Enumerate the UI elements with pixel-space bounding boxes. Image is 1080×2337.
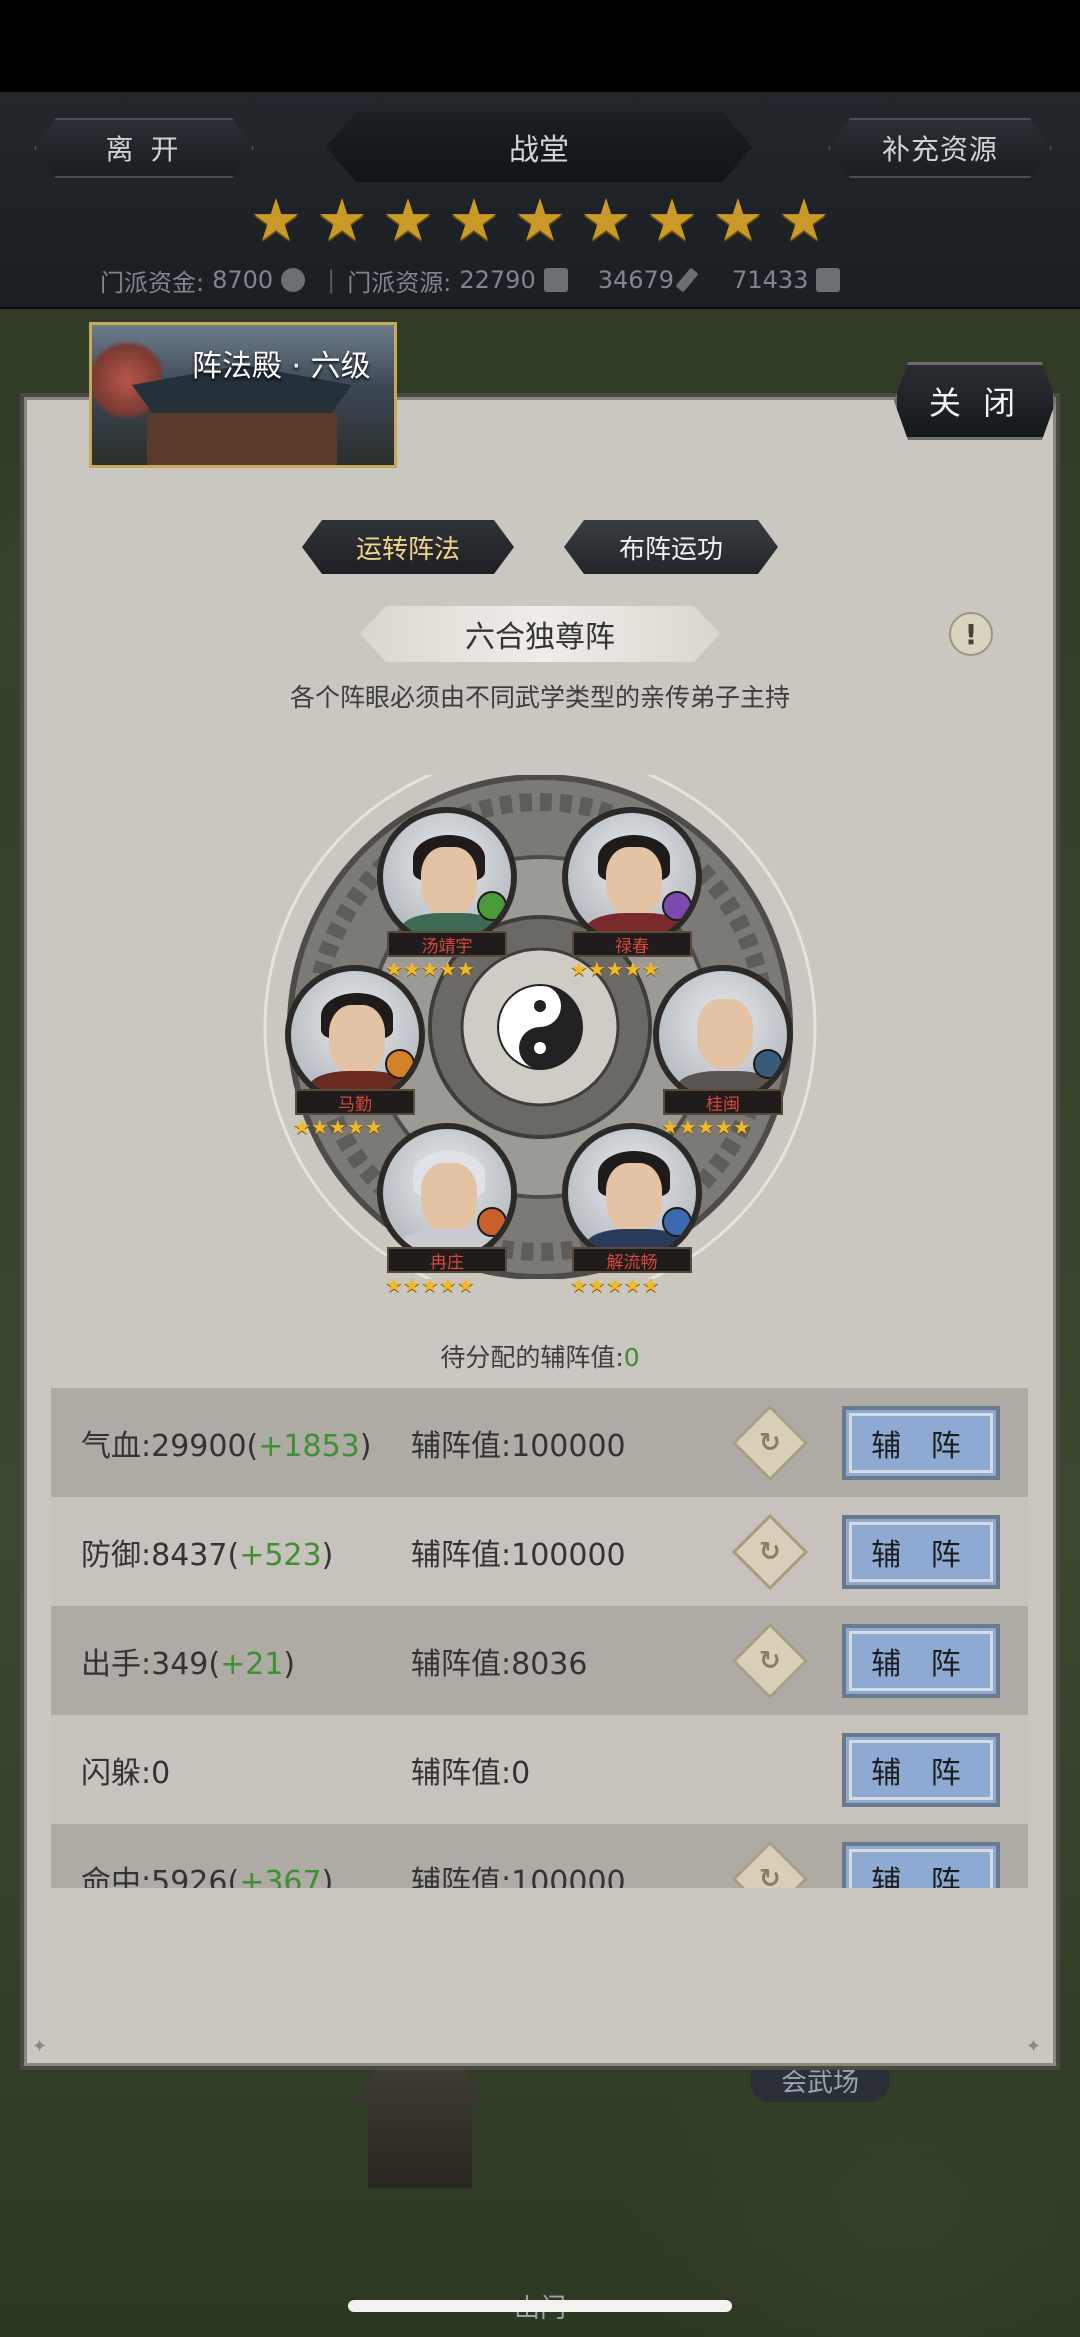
disciple-name: 禄春 <box>572 931 692 957</box>
exclamation-icon[interactable]: ! <box>949 612 993 656</box>
martial-type-icon <box>477 1207 507 1237</box>
refresh-icon[interactable]: ↻ <box>731 1622 809 1699</box>
refresh-icon[interactable]: ↻ <box>731 1840 809 1888</box>
resource-value: 22790 <box>459 266 536 294</box>
martial-type-icon <box>753 1049 783 1079</box>
disciple-name: 马勤 <box>295 1089 415 1115</box>
yin-yang-icon <box>497 984 583 1070</box>
star-icon: ★ <box>778 186 830 254</box>
fund-label: 门派资金: <box>100 268 205 297</box>
sword-icon <box>675 267 699 293</box>
disciple-portrait <box>562 807 702 947</box>
building-icon[interactable] <box>355 2068 485 2188</box>
formation-wheel: 汤靖宇 ★★★★★ 禄春 ★★★★★ 马勤 ★★★★★ 桂闽 ★★★★★ 冉庄 … <box>255 775 825 1295</box>
attribute-label: 命中:5926(+367) <box>81 1864 334 1889</box>
attribute-row: 防御:8437(+523) 辅阵值:100000 ↻ 辅 阵 <box>51 1497 1028 1606</box>
status-bar <box>0 0 1080 92</box>
hall-card: 阵法殿 · 六级 <box>89 322 397 468</box>
pending-label: 待分配的辅阵值: <box>440 1343 624 1372</box>
support-value: 辅阵值:100000 <box>411 1537 626 1573</box>
tab-run-formation[interactable]: 运转阵法 <box>302 520 514 574</box>
resource-row: 门派资金: 8700 | 门派资源: 22790 34679 71433 <box>100 262 1000 298</box>
assist-button[interactable]: 辅 阵 <box>842 1623 1000 1698</box>
disciple-slot[interactable]: 桂闽 ★★★★★ <box>653 965 793 1137</box>
attribute-label: 气血:29900(+1853) <box>81 1428 372 1464</box>
wood-icon <box>543 268 568 292</box>
attribute-row: 气血:29900(+1853) 辅阵值:100000 ↻ 辅 阵 <box>51 1388 1028 1497</box>
assist-button[interactable]: 辅 阵 <box>842 1405 1000 1480</box>
hall-body-image <box>147 413 337 465</box>
pending-support: 待分配的辅阵值:0 <box>0 1338 1080 1374</box>
martial-type-icon <box>385 1049 415 1079</box>
assist-button[interactable]: 辅 阵 <box>842 1732 1000 1807</box>
home-indicator[interactable] <box>348 2300 732 2312</box>
refresh-icon[interactable]: ↻ <box>731 1404 809 1481</box>
disciple-portrait <box>653 965 793 1105</box>
disciple-portrait <box>562 1123 702 1263</box>
pending-value: 0 <box>623 1343 640 1372</box>
attribute-label: 防御:8437(+523) <box>81 1537 334 1573</box>
refresh-icon[interactable]: ↻ <box>731 1513 809 1590</box>
martial-type-icon <box>662 1207 692 1237</box>
rule-text: 各个阵眼必须由不同武学类型的亲传弟子主持 <box>289 683 790 712</box>
star-icon: ★ <box>514 186 566 254</box>
disciple-name: 桂闽 <box>663 1089 783 1115</box>
corner-ornament: ✦ <box>1026 2036 1042 2057</box>
support-value: 辅阵值:8036 <box>411 1646 588 1682</box>
disciple-name: 解流畅 <box>572 1247 692 1273</box>
star-icon: ★ <box>448 186 500 254</box>
support-value: 辅阵值:0 <box>411 1755 531 1791</box>
disciple-slot[interactable]: 马勤 ★★★★★ <box>285 965 425 1137</box>
disciple-portrait <box>377 1123 517 1263</box>
martial-type-icon <box>477 891 507 921</box>
coin-icon <box>281 268 306 292</box>
disciple-portrait <box>377 807 517 947</box>
disciple-slot[interactable]: 解流畅 ★★★★★ <box>562 1123 702 1295</box>
star-icon: ★ <box>646 186 698 254</box>
assist-button[interactable]: 辅 阵 <box>842 1514 1000 1589</box>
item-b-value: 71433 <box>732 266 809 294</box>
formation-name: 六合独尊阵 <box>360 606 720 662</box>
corner-ornament: ✦ <box>32 2036 48 2057</box>
disciple-stars: ★★★★★ <box>385 1273 475 1297</box>
leave-button[interactable]: 离 开 <box>34 118 254 178</box>
disciple-name: 汤靖宇 <box>387 931 507 957</box>
star-icon: ★ <box>580 186 632 254</box>
resource-label: 门派资源: <box>347 268 452 297</box>
support-value: 辅阵值:100000 <box>411 1428 626 1464</box>
disciple-slot[interactable]: 禄春 ★★★★★ <box>562 807 702 979</box>
item-a-value: 34679 <box>597 266 675 294</box>
hall-title: 阵法殿 · 六级 <box>192 349 371 384</box>
page-title: 战堂 <box>326 112 752 182</box>
resupply-button[interactable]: 补充资源 <box>828 118 1052 178</box>
attribute-row: 出手:349(+21) 辅阵值:8036 ↻ 辅 阵 <box>51 1606 1028 1715</box>
star-icon: ★ <box>316 186 368 254</box>
disciple-slot[interactable]: 冉庄 ★★★★★ <box>377 1123 517 1295</box>
disciple-stars: ★★★★★ <box>570 1273 660 1297</box>
attribute-row: 命中:5926(+367) 辅阵值:100000 ↻ 辅 阵 <box>51 1824 1028 1888</box>
disciple-name: 冉庄 <box>387 1247 507 1273</box>
assist-button[interactable]: 辅 阵 <box>842 1841 1000 1888</box>
disciple-slot[interactable]: 汤靖宇 ★★★★★ <box>377 807 517 979</box>
attribute-label: 闪躲:0 <box>81 1755 171 1791</box>
attribute-label: 出手:349(+21) <box>81 1646 296 1682</box>
star-icon: ★ <box>250 186 302 254</box>
martial-type-icon <box>662 891 692 921</box>
close-button[interactable]: 关 闭 <box>894 362 1056 440</box>
divider: | <box>327 266 336 294</box>
star-icon: ★ <box>712 186 764 254</box>
scroll-icon <box>816 268 841 292</box>
disciple-portrait <box>285 965 425 1105</box>
attribute-list[interactable]: 气血:29900(+1853) 辅阵值:100000 ↻ 辅 阵 防御:8437… <box>51 1388 1028 1888</box>
fund-value: 8700 <box>212 266 274 294</box>
star-icon: ★ <box>382 186 434 254</box>
tab-arrange-formation[interactable]: 布阵运功 <box>564 520 778 574</box>
attribute-row: 闪躲:0 辅阵值:0 辅 阵 <box>51 1715 1028 1824</box>
rating-stars: ★ ★ ★ ★ ★ ★ ★ ★ ★ <box>250 190 830 250</box>
support-value: 辅阵值:100000 <box>411 1864 626 1889</box>
